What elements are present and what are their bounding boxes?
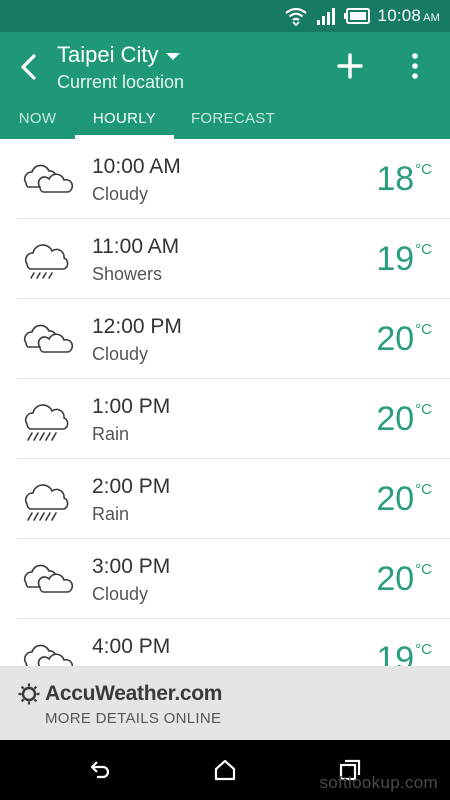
hour-condition: Showers bbox=[92, 264, 163, 284]
hour-time: 1:00 PM bbox=[92, 395, 171, 418]
cloudy-icon bbox=[18, 559, 74, 603]
accuweather-brand: AccuWeather.com bbox=[45, 682, 223, 705]
accuweather-logo: AccuWeather.com bbox=[18, 682, 222, 706]
hour-row[interactable]: 4:00 PM 19 °C bbox=[18, 619, 450, 666]
hour-row[interactable]: 12:00 PM Cloudy 20 °C bbox=[18, 299, 450, 379]
hour-time: 4:00 PM bbox=[92, 635, 171, 658]
hour-time: 3:00 PM bbox=[92, 555, 171, 578]
hour-temperature: 20 °C bbox=[376, 320, 432, 358]
hour-row[interactable]: 11:00 AM Showers 19 °C bbox=[18, 219, 450, 299]
hour-row[interactable]: 10:00 AM Cloudy 18 °C bbox=[18, 139, 450, 219]
watermark: softlookup.com bbox=[319, 773, 438, 792]
app-header: Taipei City Current location NOW HOURLY … bbox=[0, 32, 450, 139]
city-name: Taipei City bbox=[57, 42, 159, 67]
tab-hourly[interactable]: HOURLY bbox=[75, 104, 174, 139]
signal-icon bbox=[316, 8, 335, 25]
rain-icon bbox=[18, 479, 74, 523]
hour-time: 2:00 PM bbox=[92, 475, 171, 498]
more-details-link[interactable]: MORE DETAILS ONLINE bbox=[45, 710, 221, 727]
hour-row[interactable]: 3:00 PM Cloudy 20 °C bbox=[18, 539, 450, 619]
showers-icon bbox=[18, 239, 74, 283]
hour-row[interactable]: 2:00 PM Rain 20 °C bbox=[18, 459, 450, 539]
hour-temperature: 20 °C bbox=[376, 480, 432, 518]
cloudy-icon bbox=[18, 639, 74, 666]
tab-forecast[interactable]: FORECAST bbox=[174, 104, 292, 139]
city-selector[interactable]: Taipei City bbox=[57, 41, 184, 69]
status-clock: 10:08 AM bbox=[377, 6, 440, 25]
hour-time: 11:00 AM bbox=[92, 235, 180, 258]
system-nav-bar: softlookup.com bbox=[0, 740, 450, 800]
status-bar: 10:08 AM bbox=[0, 0, 450, 32]
tab-now[interactable]: NOW bbox=[0, 104, 75, 139]
battery-icon bbox=[343, 8, 370, 24]
hour-temperature: 19 °C bbox=[376, 640, 432, 666]
hour-temperature: 19 °C bbox=[376, 240, 432, 278]
cloudy-icon bbox=[18, 159, 74, 203]
accuweather-sun-icon bbox=[18, 683, 40, 705]
wifi-icon bbox=[284, 7, 307, 27]
back-nav-icon[interactable] bbox=[88, 758, 112, 782]
more-vert-icon[interactable] bbox=[410, 52, 420, 80]
hour-condition: Rain bbox=[92, 504, 130, 524]
hour-time: 10:00 AM bbox=[92, 155, 181, 178]
hour-time: 12:00 PM bbox=[92, 315, 182, 338]
location-subtitle: Current location bbox=[57, 72, 185, 92]
dropdown-caret-icon bbox=[166, 53, 181, 60]
plus-icon[interactable] bbox=[336, 52, 364, 80]
hour-row[interactable]: 1:00 PM Rain 20 °C bbox=[18, 379, 450, 459]
back-arrow-icon[interactable] bbox=[16, 52, 42, 82]
cloudy-icon bbox=[18, 319, 74, 363]
hourly-list[interactable]: 10:00 AM Cloudy 18 °C 11:00 AM Showers 19… bbox=[0, 139, 450, 666]
hour-condition: Rain bbox=[92, 424, 130, 444]
hour-temperature: 20 °C bbox=[376, 560, 432, 598]
rain-icon bbox=[18, 399, 74, 443]
title-block[interactable]: Taipei City Current location bbox=[57, 41, 184, 94]
accuweather-footer[interactable]: AccuWeather.com MORE DETAILS ONLINE bbox=[0, 666, 450, 740]
hour-condition: Cloudy bbox=[92, 584, 149, 604]
hour-temperature: 18 °C bbox=[376, 160, 432, 198]
hour-condition: Cloudy bbox=[92, 184, 149, 204]
home-nav-icon[interactable] bbox=[213, 758, 237, 782]
hour-condition: Cloudy bbox=[92, 344, 149, 364]
tab-bar: NOW HOURLY FORECAST bbox=[0, 104, 450, 139]
hour-temperature: 20 °C bbox=[376, 400, 432, 438]
